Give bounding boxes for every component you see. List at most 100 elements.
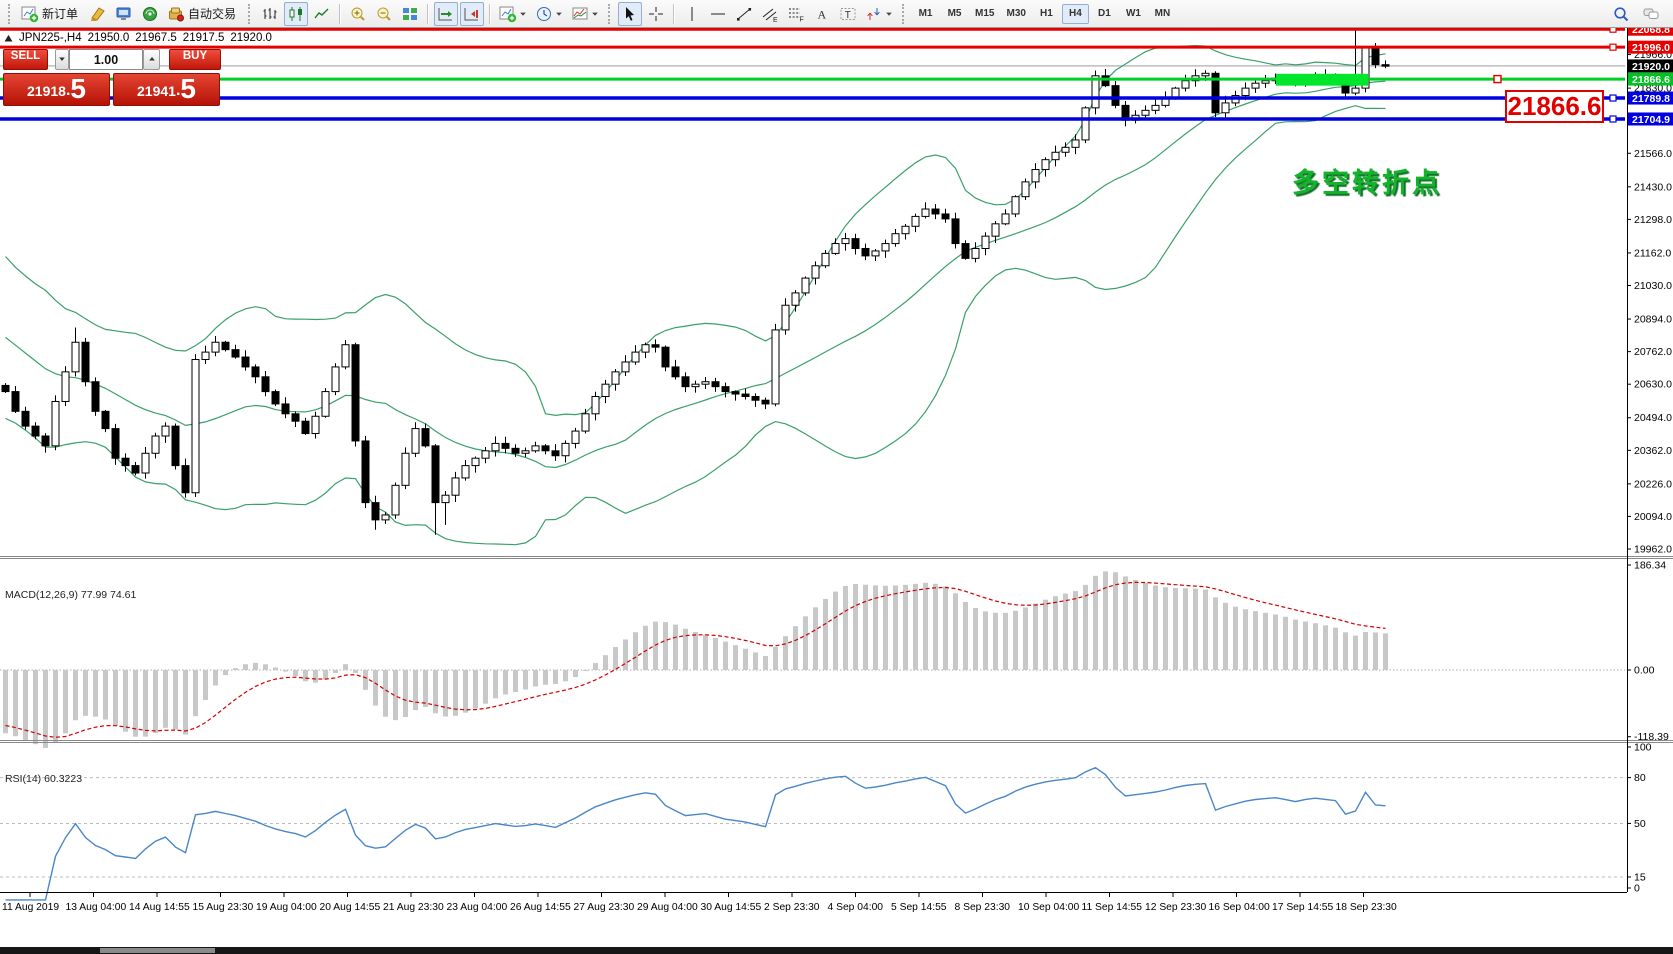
- macd-histogram-bar: [1123, 576, 1128, 670]
- bull-candle: [1242, 88, 1249, 95]
- draw-label-button[interactable]: T: [836, 2, 860, 26]
- buy-button[interactable]: BUY: [169, 49, 221, 70]
- timeframe-h4-button[interactable]: H4: [1062, 4, 1089, 24]
- bull-candle: [532, 446, 539, 451]
- timeframe-m1-button[interactable]: M1: [912, 4, 939, 24]
- time-tick-label: 11 Sep 14:55: [1082, 902, 1143, 913]
- draw-vline-button[interactable]: [680, 2, 704, 26]
- sell-price-display[interactable]: 21918 . 5: [3, 73, 110, 106]
- chart-canvas[interactable]: 22098.021966.021830.021566.021430.021298…: [0, 0, 1673, 926]
- rsi-tick-label: 100: [1634, 742, 1652, 754]
- line-anchor-marker[interactable]: [1610, 116, 1616, 122]
- macd-histogram-bar: [513, 670, 518, 692]
- macd-histogram-bar: [353, 670, 358, 673]
- bear-candle: [852, 239, 859, 249]
- horizontal-scrollbar[interactable]: [0, 947, 1673, 954]
- bull-candle: [602, 384, 609, 396]
- volume-increase-button[interactable]: [143, 49, 160, 70]
- timeframe-m30-button[interactable]: M30: [1001, 4, 1030, 24]
- macd-histogram-bar: [1223, 603, 1228, 670]
- price-axis[interactable]: 22098.021966.021830.021566.021430.021298…: [1627, 17, 1673, 895]
- periods-dropdown-caret-icon[interactable]: [555, 10, 563, 18]
- draw-text-button[interactable]: A: [810, 2, 834, 26]
- draw-fibonacci-button[interactable]: F: [784, 2, 808, 26]
- timeframe-d1-button[interactable]: D1: [1091, 4, 1118, 24]
- macd-histogram-bar: [1133, 580, 1138, 670]
- bull-candle: [452, 478, 459, 495]
- draw-channel-button[interactable]: E: [758, 2, 782, 26]
- bull-candle: [492, 443, 499, 450]
- new-chart-button[interactable]: [496, 2, 530, 26]
- draw-arrows-button[interactable]: [862, 2, 896, 26]
- macd-histogram-bar: [183, 670, 188, 735]
- bear-candle: [92, 382, 99, 412]
- draw-arrows-dropdown-caret-icon[interactable]: [885, 10, 893, 18]
- timeframe-m5-button[interactable]: M5: [941, 4, 968, 24]
- chart-shift-button[interactable]: [460, 2, 484, 26]
- timeframe-m15-button[interactable]: M15: [970, 4, 999, 24]
- price-tick-label: 21162.0: [1634, 247, 1671, 259]
- bull-candle: [52, 401, 59, 445]
- time-tick-label: 18 Sep 23:30: [1336, 902, 1398, 913]
- toolbar-grip[interactable]: [902, 4, 907, 24]
- new-order-button[interactable]: 新订单: [18, 2, 84, 26]
- timeframe-h1-button[interactable]: H1: [1033, 4, 1060, 24]
- price-callout-box[interactable]: 21866.6: [1505, 90, 1604, 123]
- toolbar-grip[interactable]: [8, 4, 13, 24]
- collapse-triangle-icon[interactable]: [4, 34, 13, 43]
- bull-candle: [442, 495, 449, 502]
- search-button[interactable]: [1609, 2, 1633, 26]
- auto-scroll-button[interactable]: [434, 2, 458, 26]
- macd-histogram-bar: [733, 645, 738, 670]
- tile-windows-button[interactable]: [398, 2, 422, 26]
- navigator-button[interactable]: [138, 2, 162, 26]
- highlight-zone[interactable]: [1276, 74, 1368, 86]
- macd-pane[interactable]: [0, 571, 1625, 748]
- scrollbar-thumb[interactable]: [100, 948, 215, 953]
- toolbar-grip[interactable]: [248, 4, 253, 24]
- cursor-button[interactable]: [618, 2, 642, 26]
- quote-close: 21920.0: [230, 32, 272, 44]
- zoom-out-button[interactable]: [372, 2, 396, 26]
- market-watch-button[interactable]: [112, 2, 136, 26]
- templates-button[interactable]: [568, 2, 602, 26]
- rsi-pane[interactable]: [0, 768, 1625, 900]
- draw-trendline-button[interactable]: [732, 2, 756, 26]
- bull-candle: [342, 345, 349, 367]
- bear-candle: [1112, 86, 1119, 106]
- autotrading-button[interactable]: 自动交易: [164, 2, 242, 26]
- bull-candle: [902, 226, 909, 233]
- line-anchor-marker[interactable]: [1610, 95, 1616, 101]
- chat-button[interactable]: [1639, 2, 1663, 26]
- chevron-up-icon: [148, 55, 156, 63]
- timeframe-w1-button[interactable]: W1: [1120, 4, 1147, 24]
- callout-anchor-marker[interactable]: [1494, 76, 1501, 83]
- bull-candle: [1042, 160, 1049, 170]
- timeframe-mn-button[interactable]: MN: [1149, 4, 1176, 24]
- sell-button[interactable]: SELL: [3, 49, 48, 70]
- time-axis[interactable]: 11 Aug 201913 Aug 04:0014 Aug 14:5515 Au…: [2, 892, 1397, 913]
- chat-icon: [1642, 5, 1660, 23]
- bar-chart-button[interactable]: [258, 2, 282, 26]
- profiles-button[interactable]: [86, 2, 110, 26]
- bull-candle: [1202, 73, 1209, 75]
- periods-button[interactable]: [532, 2, 566, 26]
- line-chart-button[interactable]: [310, 2, 334, 26]
- buy-price-display[interactable]: 21941 . 5: [113, 73, 220, 106]
- candlestick-chart-button[interactable]: [284, 2, 308, 26]
- volume-decrease-button[interactable]: [55, 49, 69, 70]
- candlestick-chart-icon: [287, 5, 305, 23]
- templates-dropdown-caret-icon[interactable]: [591, 10, 599, 18]
- crosshair-button[interactable]: [644, 2, 668, 26]
- draw-hline-button[interactable]: [706, 2, 730, 26]
- zoom-in-button[interactable]: [346, 2, 370, 26]
- macd-histogram-bar: [123, 670, 128, 732]
- volume-input[interactable]: [69, 49, 143, 70]
- new-chart-dropdown-caret-icon[interactable]: [519, 10, 527, 18]
- main-price-pane[interactable]: [0, 24, 1625, 545]
- line-anchor-marker[interactable]: [1610, 44, 1616, 50]
- turning-point-annotation[interactable]: 多空转折点: [1292, 161, 1442, 200]
- macd-histogram-bar: [1283, 617, 1288, 670]
- bull-candle: [982, 236, 989, 248]
- toolbar-grip[interactable]: [608, 4, 613, 24]
